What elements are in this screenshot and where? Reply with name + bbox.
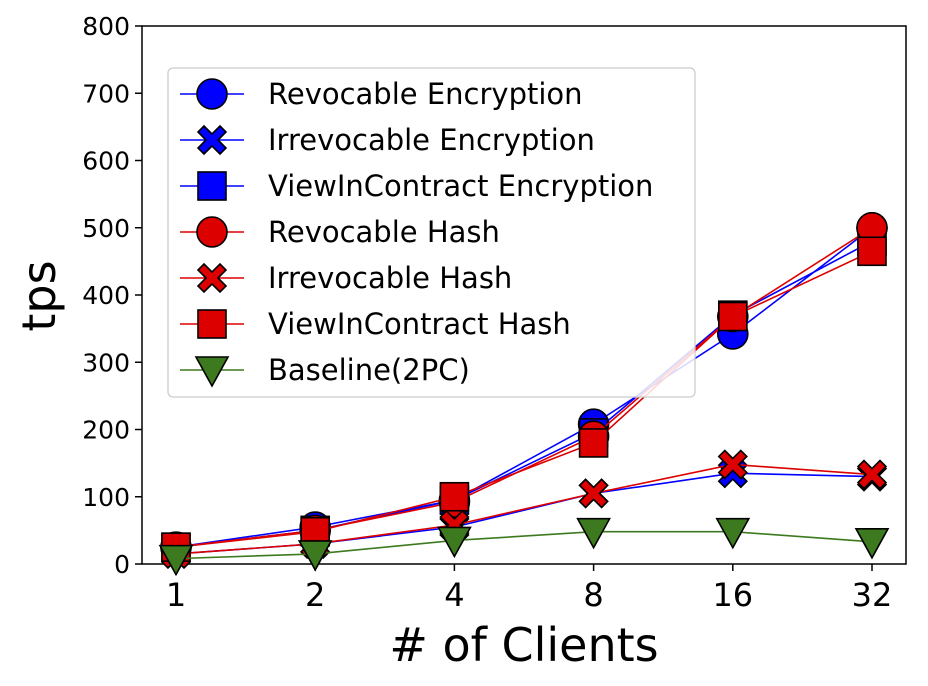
legend-label: Revocable Hash: [268, 215, 500, 249]
data-point: [857, 236, 887, 267]
x-axis-label: # of Clients: [389, 618, 658, 672]
x-axis: 1 2 4 8 16 32: [166, 564, 893, 614]
data-point: [578, 428, 609, 458]
y-tick-label: 700: [82, 79, 130, 108]
y-tick-label: 600: [82, 147, 130, 176]
line-chart: 0 100 200 300 400 500 600 700 800 1 2 4 8 16 32 tps #…: [12, 12, 907, 672]
data-point: [196, 78, 228, 110]
legend-label: ViewInContract Encryption: [268, 169, 653, 203]
data-point: [196, 216, 228, 248]
x-tick-label: 2: [305, 576, 325, 614]
legend-label: ViewInContract Hash: [268, 307, 571, 341]
y-axis-label: tps: [12, 260, 66, 331]
data-point: [197, 171, 227, 201]
y-tick-label: 400: [82, 281, 130, 310]
legend-label: Baseline(2PC): [268, 353, 470, 387]
y-tick-label: 500: [82, 214, 130, 243]
x-tick-label: 8: [583, 576, 603, 614]
data-point: [717, 301, 748, 332]
y-tick-label: 300: [82, 348, 130, 377]
y-tick-label: 200: [82, 416, 130, 445]
legend-label: Revocable Encryption: [268, 77, 583, 111]
y-tick-label: 100: [82, 483, 130, 512]
data-point: [439, 481, 470, 512]
x-tick-label: 32: [852, 576, 893, 614]
y-tick-label: 800: [82, 12, 130, 41]
legend: Revocable Encryption Irrevocable Encrypti…: [167, 67, 696, 398]
legend-label: Irrevocable Hash: [268, 261, 512, 295]
y-tick-label: 0: [114, 550, 130, 579]
legend-label: Irrevocable Encryption: [268, 123, 595, 157]
x-tick-label: 4: [444, 576, 464, 614]
y-axis: 0 100 200 300 400 500 600 700 800: [82, 12, 142, 579]
x-tick-label: 1: [166, 576, 186, 614]
x-tick-label: 16: [712, 576, 753, 614]
data-point: [197, 309, 227, 339]
